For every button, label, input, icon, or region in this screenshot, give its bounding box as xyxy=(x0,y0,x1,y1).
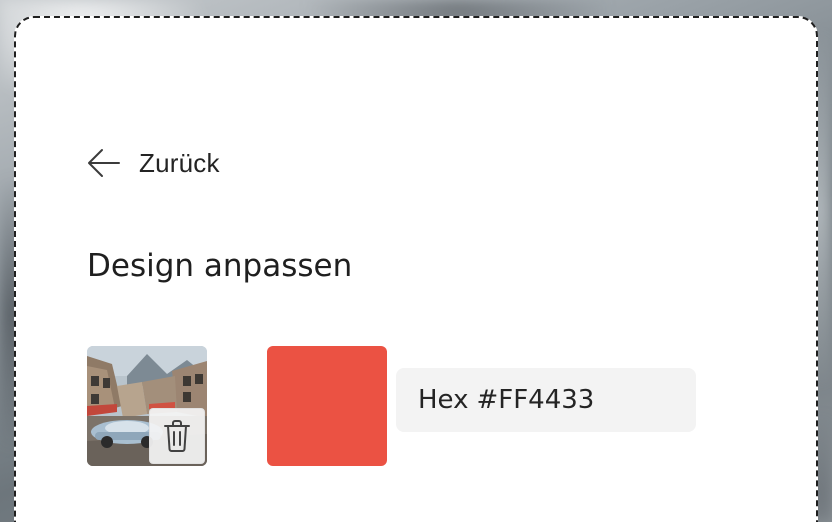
hex-prefix-label: Hex xyxy=(418,385,469,415)
back-button[interactable]: Zurück xyxy=(87,145,220,181)
background-image-thumbnail[interactable] xyxy=(87,346,207,466)
page-title: Design anpassen xyxy=(87,248,353,284)
customize-panel: Zurück Design anpassen Hex #FF4433 xyxy=(14,16,818,522)
accent-color-swatch[interactable] xyxy=(267,346,387,466)
hex-value: #FF4433 xyxy=(476,385,595,415)
delete-image-button[interactable] xyxy=(149,408,205,464)
arrow-left-icon xyxy=(87,148,121,178)
trash-icon xyxy=(162,419,192,453)
hex-color-input[interactable]: Hex #FF4433 xyxy=(396,368,696,432)
back-label: Zurück xyxy=(139,147,220,178)
